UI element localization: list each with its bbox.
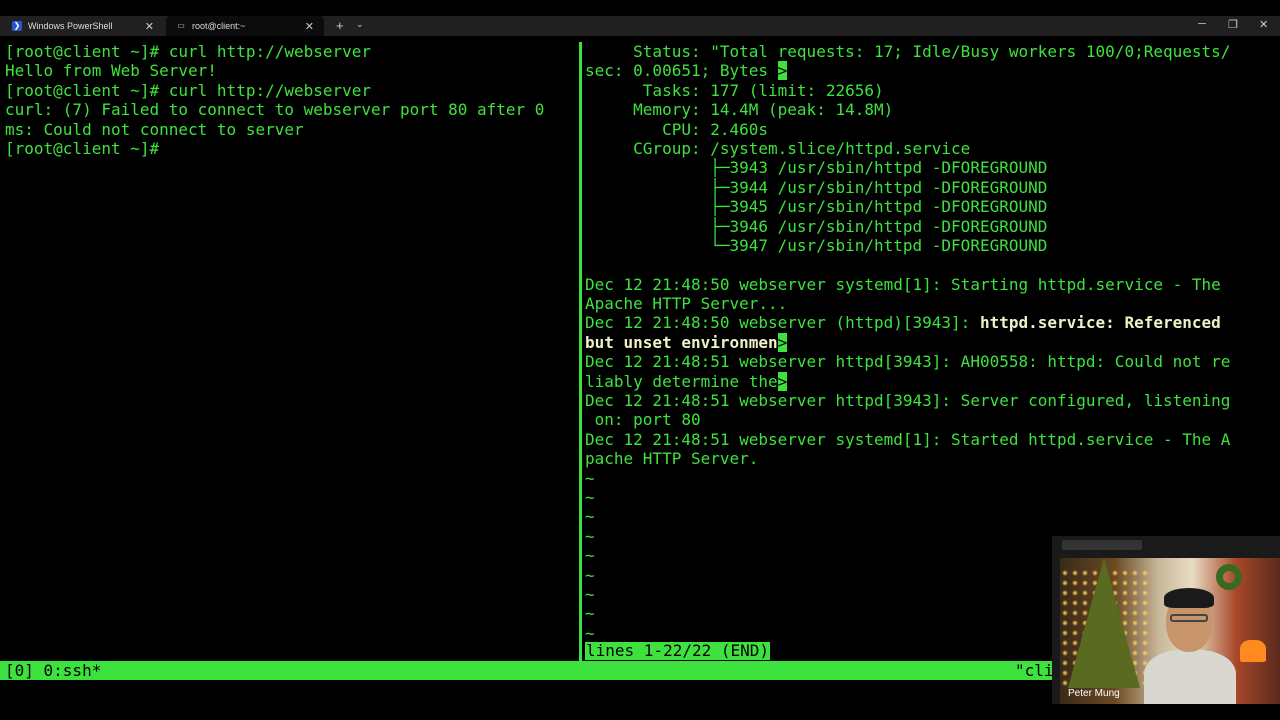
log-text: Dec 12 21:48:50 webserver (httpd)[3943]:: [585, 313, 980, 333]
terminal-line: [root@client ~]# curl http://webserver: [5, 80, 372, 100]
pager-status: lines 1-22/22 (END): [585, 641, 771, 660]
webcam-overlay: Peter Mung: [1052, 536, 1280, 704]
log-line: Dec 12 21:48:51 webserver httpd[3943]: S…: [585, 391, 1231, 411]
log-line: liably determine the>: [585, 371, 1265, 391]
minimize-button[interactable]: ─: [1198, 18, 1206, 30]
terminal-line: curl: (7) Failed to connect to webserver…: [5, 100, 545, 120]
terminal-line: ms: Could not connect to server: [5, 119, 304, 139]
process-line: └─3947 /usr/sbin/httpd -DFOREGROUND: [585, 235, 1048, 255]
left-terminal-pane[interactable]: [root@client ~]# curl http://webserver H…: [5, 42, 575, 158]
maximize-button[interactable]: ❐: [1228, 18, 1238, 31]
person-body: [1144, 650, 1236, 704]
close-icon[interactable]: ✕: [305, 20, 314, 33]
chevron-down-icon[interactable]: ⌄: [356, 19, 364, 30]
log-line: Dec 12 21:48:50 webserver (httpd)[3943]:…: [585, 313, 1265, 332]
tab-root-client[interactable]: ▭ root@client:~ ✕: [166, 16, 324, 36]
process-line: ├─3943 /usr/sbin/httpd -DFOREGROUND: [585, 158, 1048, 178]
log-line: but unset environmen>: [585, 332, 1265, 352]
truncation-marker: >: [777, 332, 788, 352]
tilde-line: ~: [585, 507, 595, 527]
christmas-tree-icon: [1068, 558, 1140, 688]
status-text: sec: 0.00651; Bytes: [585, 61, 778, 81]
terminal-line: [root@client ~]# curl http://webserver: [5, 42, 372, 61]
log-line: Dec 12 21:48:50 webserver systemd[1]: St…: [585, 274, 1221, 294]
tilde-line: ~: [585, 468, 595, 488]
log-line: on: port 80: [585, 410, 701, 430]
tmux-hostname: "cli: [1015, 661, 1054, 680]
log-warning-text: httpd.service: Referenced: [979, 313, 1221, 333]
pane-divider[interactable]: [579, 42, 582, 662]
cpu-line: CPU: 2.460s: [585, 119, 769, 139]
webcam-header: [1062, 540, 1142, 550]
tab-windows-powershell[interactable]: ❯ Windows PowerShell ✕: [2, 16, 164, 36]
status-line: sec: 0.00651; Bytes >: [585, 61, 1265, 81]
log-line: Dec 12 21:48:51 webserver systemd[1]: St…: [585, 429, 1231, 449]
tilde-line: ~: [585, 487, 595, 507]
memory-line: Memory: 14.4M (peak: 14.8M): [585, 100, 894, 120]
new-tab-button[interactable]: +: [336, 18, 344, 33]
title-bar: ❯ Windows PowerShell ✕ ▭ root@client:~ ✕…: [0, 16, 1280, 36]
participant-name: Peter Mung: [1068, 688, 1120, 699]
close-icon[interactable]: ✕: [145, 20, 154, 33]
status-line: Status: "Total requests: 17; Idle/Busy w…: [585, 42, 1231, 61]
log-line: Apache HTTP Server...: [585, 294, 788, 314]
log-warning-text: but unset environmen: [585, 332, 778, 352]
tasks-line: Tasks: 177 (limit: 22656): [585, 80, 884, 100]
cgroup-line: CGroup: /system.slice/httpd.service: [585, 138, 971, 158]
log-line: Dec 12 21:48:51 webserver httpd[3943]: A…: [585, 352, 1231, 372]
glasses-icon: [1170, 614, 1208, 622]
log-line: pache HTTP Server.: [585, 449, 759, 469]
process-line: ├─3944 /usr/sbin/httpd -DFOREGROUND: [585, 177, 1048, 197]
terminal-line: Hello from Web Server!: [5, 61, 217, 81]
tmux-window-list[interactable]: [0] 0:ssh*: [5, 661, 101, 680]
webcam-video: [1060, 558, 1280, 704]
process-line: ├─3946 /usr/sbin/httpd -DFOREGROUND: [585, 216, 1048, 236]
terminal-icon: ▭: [177, 21, 185, 30]
wreath-icon: [1216, 564, 1242, 590]
truncation-marker: >: [777, 371, 788, 391]
close-window-button[interactable]: ✕: [1259, 18, 1268, 31]
truncation-marker: >: [777, 61, 788, 81]
tab-label: Windows PowerShell: [28, 21, 113, 31]
person-hair: [1164, 588, 1214, 608]
tab-label: root@client:~: [192, 21, 246, 31]
log-text: liably determine the: [585, 371, 778, 391]
fireplace-icon: [1240, 640, 1266, 662]
powershell-icon: ❯: [12, 21, 22, 31]
terminal-prompt: [root@client ~]#: [5, 138, 160, 158]
process-line: ├─3945 /usr/sbin/httpd -DFOREGROUND: [585, 197, 1048, 217]
